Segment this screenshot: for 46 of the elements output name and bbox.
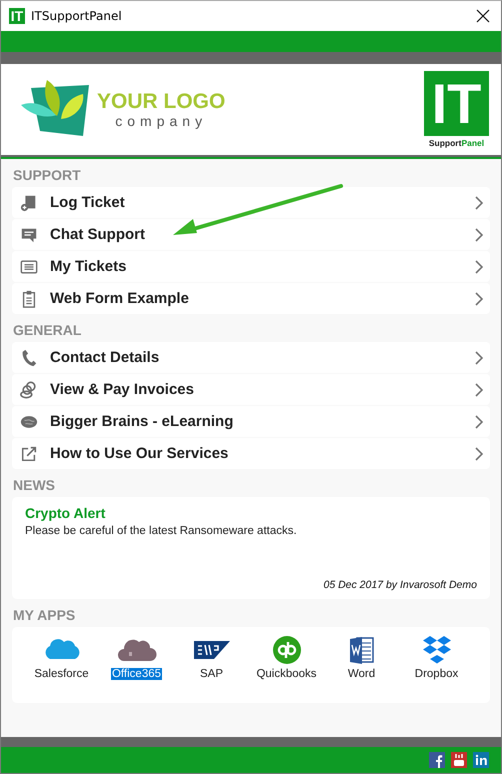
product-logo-wordmark: SupportPanel [428, 138, 484, 148]
phone-icon [20, 348, 38, 366]
list-icon [20, 258, 38, 276]
external-link-icon [20, 444, 38, 462]
chevron-right-icon [474, 414, 484, 428]
app-icon: IT [9, 8, 25, 24]
menu-item[interactable]: View & Pay Invoices [12, 374, 490, 405]
logo-tagline: company [115, 113, 208, 130]
app-shortcut[interactable]: SAP [174, 635, 249, 703]
chevron-right-icon [474, 228, 484, 242]
app-shortcut[interactable]: Word [324, 635, 399, 703]
window-title: ITSupportPanel [31, 9, 123, 23]
section-heading: SUPPORT [12, 166, 82, 185]
chevron-right-icon [474, 196, 484, 210]
app-shortcut[interactable]: Office365 [99, 635, 174, 703]
section-heading: GENERAL [12, 321, 82, 340]
menu-item[interactable]: Web Form Example [12, 283, 490, 314]
section-heading: NEWS [12, 476, 56, 495]
menu-item[interactable]: Chat Support [12, 219, 490, 250]
app-shortcut[interactable]: Quickbooks [249, 635, 324, 703]
chat-icon [20, 226, 38, 244]
logo-name: YOUR LOGO [97, 90, 226, 114]
clipboard-icon [20, 290, 38, 308]
news-byline: 05 Dec 2017 by Invarosoft Demo [322, 579, 477, 591]
ticket-icon [20, 194, 38, 212]
facebook-icon[interactable] [429, 752, 445, 768]
chevron-right-icon [474, 260, 484, 274]
app-shortcut[interactable]: Salesforce [24, 635, 99, 703]
menu-item[interactable]: Log Ticket [12, 187, 490, 218]
coins-icon [20, 380, 38, 398]
section-heading: MY APPS [12, 606, 76, 625]
menu-item[interactable]: How to Use Our Services [12, 438, 490, 469]
video-icon[interactable] [451, 752, 467, 768]
menu-item[interactable]: My Tickets [12, 251, 490, 282]
chevron-right-icon [474, 446, 484, 460]
chevron-right-icon [474, 382, 484, 396]
menu-item[interactable]: Bigger Brains - eLearning [12, 406, 490, 437]
news-headline: Crypto Alert [25, 505, 106, 521]
close-icon [476, 9, 490, 23]
chevron-right-icon [474, 292, 484, 306]
chevron-right-icon [474, 350, 484, 364]
app-shortcut[interactable]: Dropbox [399, 635, 474, 703]
menu-item[interactable]: Contact Details [12, 342, 490, 373]
product-logo-mark: IT [424, 71, 489, 136]
linkedin-icon[interactable] [473, 752, 489, 768]
news-body: Please be careful of the latest Ransomeware attacks. [25, 525, 298, 539]
